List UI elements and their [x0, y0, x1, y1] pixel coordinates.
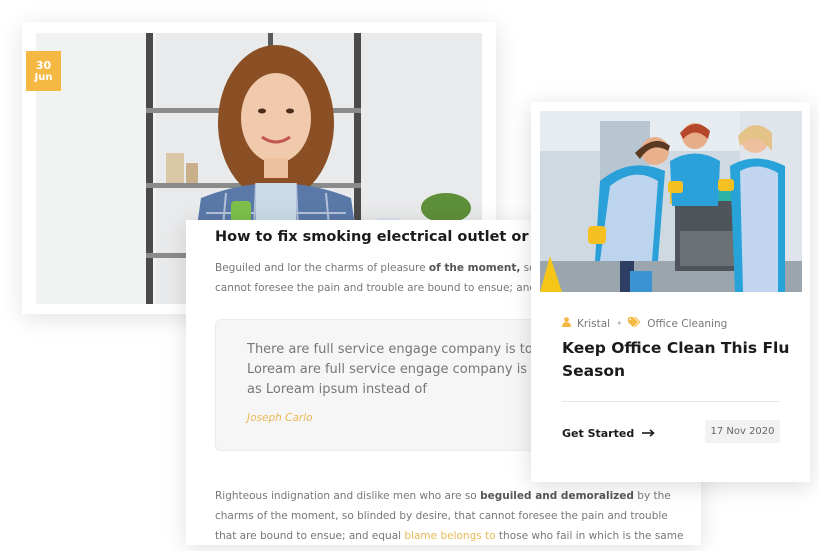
get-started-label: Get Started [562, 427, 635, 440]
body-text-start: Righteous indignation and dislike men wh… [215, 490, 481, 502]
quote-author: Joseph Carlo [247, 412, 313, 424]
user-icon [562, 317, 571, 330]
office-cleaners-photo[interactable] [540, 111, 802, 292]
blog-card: Kristal • Office Cleaning Keep Office Cl… [531, 102, 810, 482]
article-body: Righteous indignation and dislike men wh… [215, 486, 685, 545]
post-author[interactable]: Kristal [577, 318, 610, 330]
divider [562, 401, 780, 402]
tags-icon [628, 317, 641, 330]
blog-card-date: 17 Nov 2020 [705, 420, 780, 443]
arrow-right-icon [642, 427, 655, 440]
meta-separator: • [616, 317, 623, 330]
blog-card-title[interactable]: Keep Office Clean This Flu Season [562, 337, 792, 383]
intro-text-bold: of the moment, [428, 262, 521, 274]
body-text-bold: beguiled and demoralized [480, 490, 634, 502]
post-meta: Kristal • Office Cleaning [562, 317, 727, 330]
post-category[interactable]: Office Cleaning [647, 318, 727, 330]
post-date-badge: 30 Jun [26, 51, 61, 91]
post-date-month: Jun [34, 72, 53, 83]
intro-text-start: Beguiled and lor the charms of pleasure [215, 262, 429, 274]
post-date-day: 30 [35, 59, 52, 72]
get-started-link[interactable]: Get Started [562, 427, 655, 440]
body-link[interactable]: blame belongs to [404, 530, 495, 542]
